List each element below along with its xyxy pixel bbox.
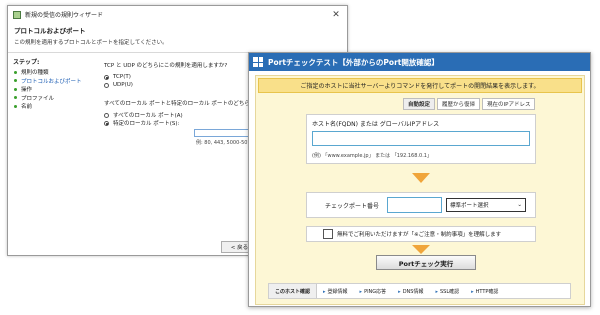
- triangle-right-icon: ▸: [323, 288, 326, 295]
- wizard-title: 新規の受信の規則ウィザード: [25, 12, 104, 19]
- wizard-header: プロトコルおよびポート この規則を適用するプロトコルとポートを指定してください。: [8, 23, 347, 53]
- port-example-hint: 例: 80, 443, 5000-5010: [196, 140, 254, 146]
- tab-restore-history[interactable]: 履歴から復帰: [437, 98, 481, 110]
- down-arrow-icon: [412, 173, 430, 183]
- wizard-titlebar: 新規の受信の規則ウィザード ✕: [8, 6, 347, 23]
- close-icon[interactable]: ✕: [330, 10, 342, 20]
- step-action[interactable]: 操作: [13, 85, 91, 94]
- run-port-check-button[interactable]: Portチェック実行: [376, 255, 476, 270]
- radio-selected-icon: [104, 74, 109, 80]
- host-example: (例) 「www.example.jp」 または 「192.168.0.1」: [312, 153, 432, 159]
- host-label: ホスト名(FQDN) または グローバルIPアドレス: [312, 121, 440, 128]
- triangle-right-icon: ▸: [471, 288, 474, 295]
- port-section: チェックポート番号 標準ポート選択 ⌄: [306, 192, 536, 218]
- step-name[interactable]: 名前: [13, 102, 91, 111]
- grid-logo-icon: [253, 57, 263, 67]
- step-dot-icon: [14, 87, 17, 91]
- step-profile[interactable]: プロファイル: [13, 94, 91, 103]
- radio-empty-icon: [104, 82, 109, 88]
- host-section: ホスト名(FQDN) または グローバルIPアドレス (例) 「www.exam…: [306, 114, 536, 164]
- step-dot-icon: [14, 79, 17, 83]
- agree-checkbox[interactable]: [323, 229, 333, 239]
- standard-port-select[interactable]: 標準ポート選択 ⌄: [446, 198, 527, 212]
- agreement-section: 無料でご利用いただけますが「※ご注意・制約事項」を理解します: [306, 226, 536, 242]
- triangle-right-icon: ▸: [435, 288, 438, 295]
- triangle-right-icon: ▸: [398, 288, 401, 295]
- down-arrow-icon: [412, 245, 430, 255]
- link-dns[interactable]: ▸ DNS情報: [392, 288, 429, 295]
- link-ping[interactable]: ▸ PING応答: [354, 288, 393, 295]
- page-header: Portチェックテスト【外部からのPort開放確認】: [249, 53, 590, 71]
- agree-text: 無料でご利用いただけますが「※ご注意・制約事項」を理解します: [337, 232, 502, 238]
- step-dot-icon: [14, 96, 17, 100]
- radio-selected-icon: [104, 120, 109, 126]
- port-number-input[interactable]: [387, 197, 443, 213]
- tab-auto-setting[interactable]: 自動設定: [403, 98, 436, 110]
- tool-links-bar: このホスト確認 ▸ 登録情報 ▸ PING応答 ▸ DNS情報 ▸ SSL確認 ▸ HTT…: [268, 283, 571, 299]
- host-tabs: 自動設定 履歴から復帰 現在のIPアドレス: [403, 98, 536, 110]
- page-title: Portチェックテスト【外部からのPort開放確認】: [268, 57, 439, 67]
- radio-empty-icon: [104, 112, 109, 118]
- notice-banner: ご指定のホストに当社サーバーよりコマンドを発行してポートの開閉結果を表示します。: [258, 78, 582, 93]
- wizard-header-title: プロトコルおよびポート: [14, 27, 86, 35]
- step-protocol-port[interactable]: プロトコルおよびポート: [13, 77, 91, 86]
- port-label: チェックポート番号: [325, 202, 380, 210]
- steps-title: ステップ:: [13, 59, 40, 66]
- link-host-check[interactable]: このホスト確認: [269, 284, 318, 298]
- link-ssl[interactable]: ▸ SSL確認: [429, 288, 465, 295]
- link-http[interactable]: ▸ HTTP確認: [465, 288, 504, 295]
- step-dot-icon: [14, 70, 17, 74]
- wizard-header-subtitle: この規則を適用するプロトコルとポートを指定してください。: [14, 40, 168, 46]
- chevron-down-icon: ⌄: [517, 202, 523, 208]
- check-form-panel: ご指定のホストに当社サーバーよりコマンドを発行してポートの開閉結果を表示します。…: [255, 75, 585, 305]
- firewall-app-icon: [13, 10, 21, 19]
- step-dot-icon: [14, 104, 17, 108]
- port-check-page: Portチェックテスト【外部からのPort開放確認】 ご指定のホストに当社サーバ…: [248, 52, 591, 307]
- wizard-steps-list: ステップ: 規則の種類 プロトコルおよびポート 操作 プロファイル 名前: [8, 53, 96, 127]
- link-registration[interactable]: ▸ 登録情報: [317, 288, 354, 295]
- step-rule-type[interactable]: 規則の種類: [13, 68, 91, 77]
- tab-current-ip[interactable]: 現在のIPアドレス: [482, 98, 536, 110]
- triangle-right-icon: ▸: [359, 288, 363, 295]
- host-input[interactable]: [312, 131, 530, 146]
